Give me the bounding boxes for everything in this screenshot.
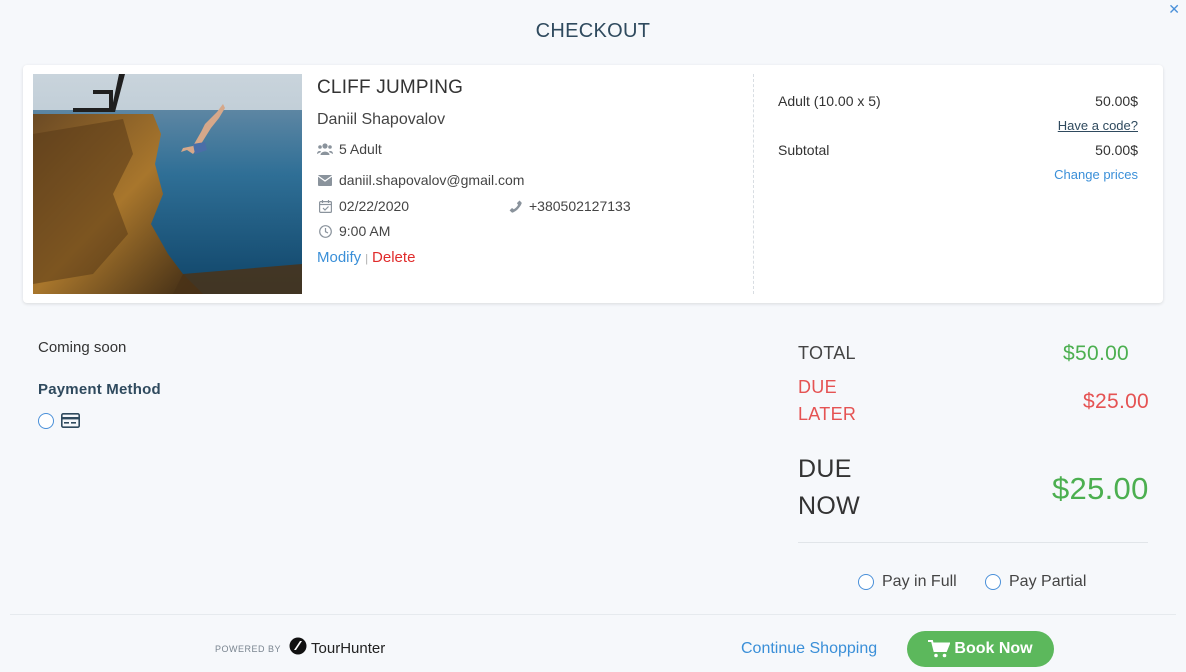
pay-full-label: Pay in Full	[882, 573, 957, 590]
totals-divider	[798, 542, 1148, 543]
payment-method-label: Payment Method	[38, 381, 161, 398]
book-now-label: Book Now	[954, 640, 1033, 657]
date-row: 02/22/2020	[317, 198, 409, 214]
subtotal-value: 50.00$	[1095, 142, 1138, 158]
modify-link[interactable]: Modify	[317, 249, 361, 266]
powered-by-text: POWERED BY	[215, 643, 282, 654]
change-prices-link[interactable]: Change prices	[1054, 167, 1138, 182]
price-line-label: Adult (10.00 x 5)	[778, 93, 881, 109]
book-now-button[interactable]: Book Now	[907, 631, 1054, 667]
email-row: daniil.shapovalov@gmail.com	[317, 172, 524, 188]
action-separator: |	[365, 253, 369, 265]
due-later-label: DUE LATER	[798, 374, 856, 428]
pay-full-option[interactable]: Pay in Full	[858, 573, 957, 591]
pay-full-radio[interactable]	[858, 574, 874, 590]
total-value: $50.00	[1063, 342, 1130, 365]
payment-method-radio[interactable]	[38, 413, 54, 429]
due-now-label: DUE NOW	[798, 451, 860, 525]
due-now-label-line1: DUE	[798, 455, 852, 483]
customer-name: Daniil Shapovalov	[317, 111, 446, 128]
due-now-value: $25.00	[1052, 471, 1149, 506]
card-divider	[753, 74, 754, 294]
pay-partial-option[interactable]: Pay Partial	[985, 573, 1086, 591]
time-text: 9:00 AM	[339, 223, 391, 239]
price-line-value: 50.00$	[1095, 93, 1138, 109]
credit-card-icon	[61, 413, 80, 433]
pay-partial-radio[interactable]	[985, 574, 1001, 590]
delete-link[interactable]: Delete	[372, 249, 415, 266]
tour-photo	[33, 74, 302, 294]
footer-divider	[10, 614, 1176, 615]
email-text: daniil.shapovalov@gmail.com	[339, 172, 525, 188]
date-text: 02/22/2020	[339, 198, 410, 214]
phone-text: +380502127133	[529, 198, 631, 214]
time-row: 9:00 AM	[317, 223, 390, 239]
booking-actions: Modify | Delete	[317, 249, 415, 266]
tour-name: CLIFF JUMPING	[317, 77, 464, 98]
due-later-label-line2: LATER	[798, 404, 857, 424]
due-later-value: $25.00	[1083, 390, 1150, 413]
coming-soon-text: Coming soon	[38, 339, 127, 356]
phone-icon	[507, 199, 523, 213]
continue-shopping-link[interactable]: Continue Shopping	[741, 640, 877, 658]
close-icon[interactable]: ✕	[1168, 2, 1180, 16]
total-label: TOTAL	[798, 343, 856, 363]
participants-text: 5 Adult	[339, 141, 382, 157]
users-icon	[317, 142, 333, 156]
clock-icon	[317, 224, 333, 238]
booking-card: CLIFF JUMPING Daniil Shapovalov 5 Adult …	[23, 65, 1163, 303]
envelope-icon	[317, 173, 333, 187]
powered-by: POWERED BY TourHunter	[215, 637, 385, 660]
pay-partial-label: Pay Partial	[1009, 573, 1087, 590]
phone-row: +380502127133	[507, 198, 631, 214]
participants-row: 5 Adult	[317, 141, 382, 157]
page-title: CHECKOUT	[535, 20, 651, 42]
cart-icon	[928, 640, 951, 658]
due-now-label-line2: NOW	[798, 492, 860, 520]
calendar-icon	[317, 199, 333, 213]
subtotal-label: Subtotal	[778, 142, 830, 158]
brand-name: TourHunter	[311, 640, 386, 657]
tourhunter-logo-icon	[289, 637, 307, 660]
due-later-label-line1: DUE	[798, 377, 837, 397]
have-code-link[interactable]: Have a code?	[1058, 118, 1138, 133]
